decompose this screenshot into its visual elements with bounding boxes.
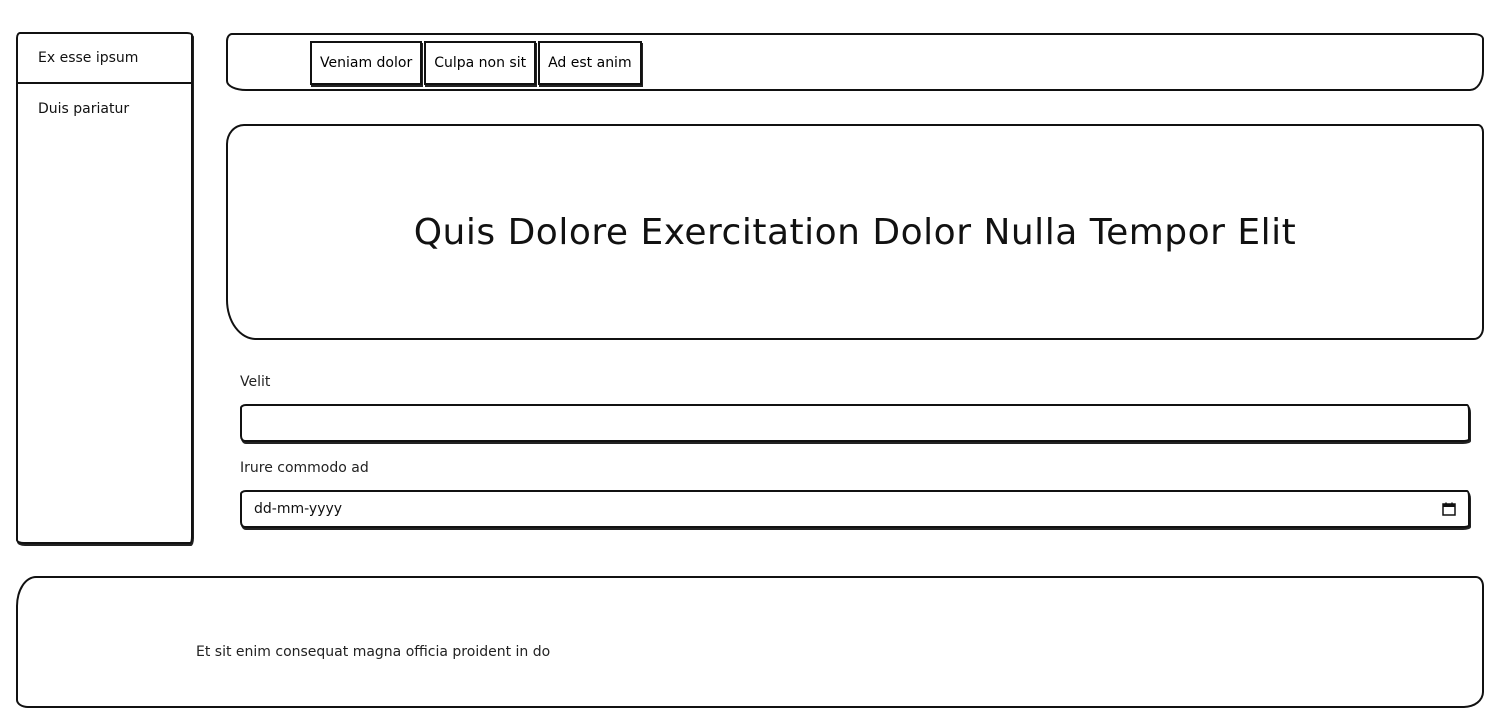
sidebar-item-label: Duis pariatur bbox=[38, 101, 130, 117]
hero-title: Quis Dolore Exercitation Dolor Nulla Tem… bbox=[413, 211, 1297, 253]
nav-button-veniam-dolor[interactable]: Veniam dolor bbox=[310, 41, 423, 85]
footer-text: Et sit enim consequat magna officia proi… bbox=[196, 644, 551, 660]
date-input[interactable]: dd-mm-yyyy bbox=[240, 490, 1470, 528]
footer: Et sit enim consequat magna officia proi… bbox=[16, 576, 1484, 708]
sidebar-item-label: Ex esse ipsum bbox=[38, 50, 139, 66]
nav-button-culpa-non-sit[interactable]: Culpa non sit bbox=[424, 41, 537, 85]
velit-label: Velit bbox=[240, 374, 271, 390]
calendar-icon[interactable] bbox=[1442, 502, 1456, 516]
sidebar: Ex esse ipsum Duis pariatur bbox=[16, 32, 193, 544]
nav-button-ad-est-anim[interactable]: Ad est anim bbox=[538, 41, 642, 85]
date-input-value: dd-mm-yyyy bbox=[254, 501, 343, 517]
hero-panel: Quis Dolore Exercitation Dolor Nulla Tem… bbox=[226, 124, 1484, 340]
irure-commodo-ad-label: Irure commodo ad bbox=[240, 460, 369, 476]
top-nav: Veniam dolor Culpa non sit Ad est anim bbox=[226, 33, 1484, 91]
sidebar-item-duis-pariatur[interactable]: Duis pariatur bbox=[18, 84, 191, 134]
nav-button-group: Veniam dolor Culpa non sit Ad est anim bbox=[310, 41, 644, 85]
sidebar-item-ex-esse-ipsum[interactable]: Ex esse ipsum bbox=[18, 34, 191, 84]
velit-input[interactable] bbox=[240, 404, 1470, 442]
